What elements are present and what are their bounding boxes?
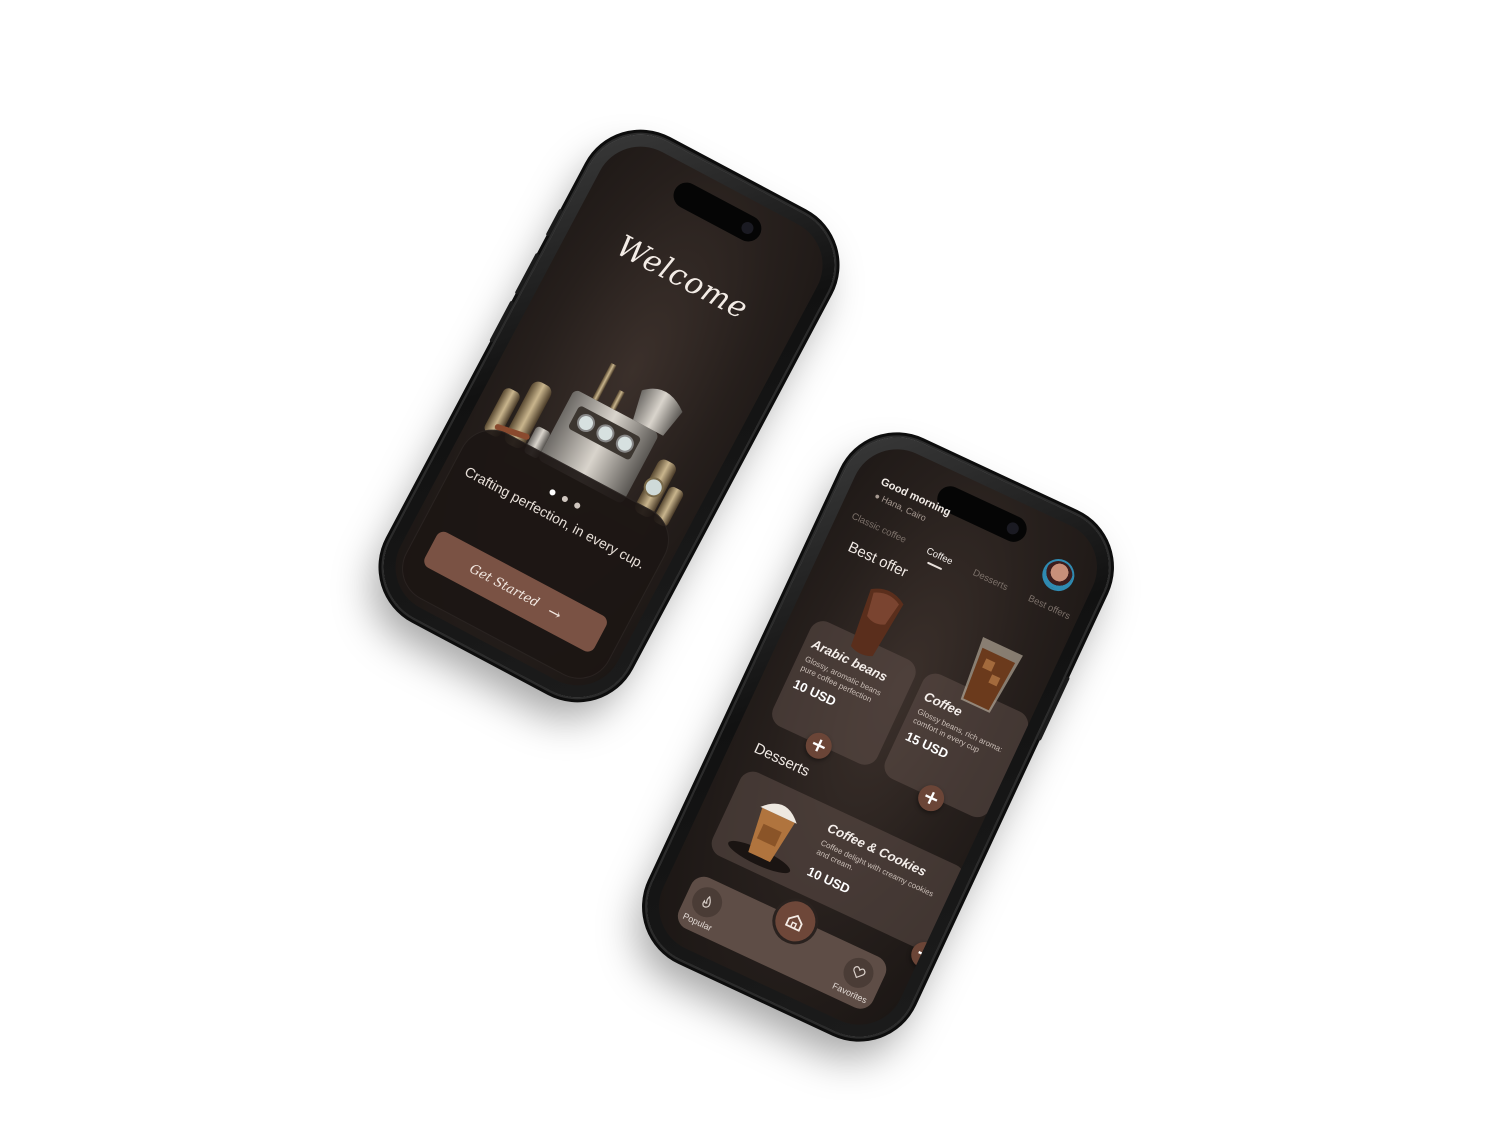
add-to-cart-button[interactable]: + (801, 728, 837, 764)
pager-dot[interactable] (573, 501, 582, 510)
get-started-button[interactable]: Get Started → (421, 528, 610, 655)
home-icon (784, 914, 803, 932)
tab-coffee[interactable]: Coffee (924, 546, 954, 568)
pager-dot[interactable] (548, 488, 557, 497)
pager-dot[interactable] (560, 494, 569, 504)
plus-icon: + (911, 939, 938, 969)
avatar[interactable] (1037, 553, 1080, 597)
welcome-screen: Welcome Crafting perfection, in every cu… (379, 130, 839, 702)
get-started-label: Get Started (466, 561, 542, 611)
plus-icon: + (806, 730, 832, 760)
tab-desserts[interactable]: Desserts (971, 567, 1010, 593)
phone-side-button (545, 208, 564, 237)
add-to-cart-button[interactable]: + (906, 937, 942, 973)
tab-best-offers[interactable]: Best offers (1026, 593, 1072, 622)
nav-favorites[interactable]: Favorites (831, 952, 882, 1005)
dynamic-island (668, 178, 766, 247)
plus-icon: + (918, 782, 945, 812)
arrow-right-icon: → (544, 601, 566, 625)
add-to-cart-button[interactable]: + (913, 780, 949, 816)
nav-popular[interactable]: Popular (681, 882, 727, 933)
